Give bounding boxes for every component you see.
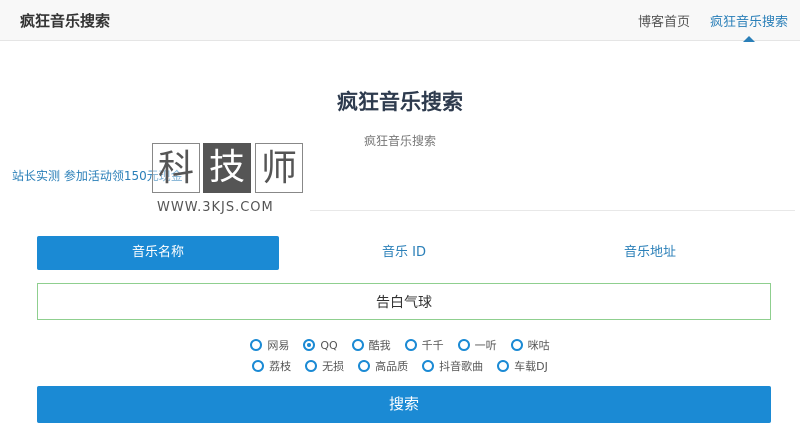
- active-caret-icon: [742, 36, 755, 42]
- nav-item-label: 疯狂音乐搜索: [709, 15, 788, 30]
- radio-label: QQ: [320, 338, 338, 352]
- radio-lizhi[interactable]: 荔枝: [252, 358, 291, 374]
- watermark-char: 科: [152, 143, 200, 193]
- search-input[interactable]: [37, 283, 771, 320]
- brand-title[interactable]: 疯狂音乐搜索: [20, 10, 110, 31]
- radio-label: 网易: [267, 339, 290, 352]
- radio-netease[interactable]: 网易: [250, 337, 289, 353]
- radio-qianqian[interactable]: 千千: [404, 337, 444, 353]
- page-subtitle: 疯狂音乐搜索: [363, 134, 436, 148]
- watermark-char: 技: [203, 143, 251, 193]
- radio-label: 咪咕: [527, 339, 550, 352]
- radio-kuwo[interactable]: 酷我: [351, 337, 391, 353]
- radio-icon: [252, 360, 265, 372]
- nav-item-blog-home[interactable]: 博客首页: [638, 11, 690, 30]
- radio-qq[interactable]: QQ: [303, 337, 338, 353]
- nav-item-music-search[interactable]: 疯狂音乐搜索: [709, 11, 788, 42]
- radio-car-dj[interactable]: 车载DJ: [497, 358, 548, 374]
- radio-label: 酷我: [368, 339, 391, 352]
- radio-label: 荔枝: [269, 360, 292, 373]
- radio-icon: [404, 339, 417, 351]
- radio-label: 无损: [322, 360, 345, 373]
- radio-icon: [422, 360, 435, 372]
- radio-lossless[interactable]: 无损: [305, 358, 344, 374]
- tab-music-url[interactable]: 音乐地址: [529, 236, 771, 270]
- radio-douyin[interactable]: 抖音歌曲: [422, 358, 483, 374]
- radio-icon: [358, 360, 371, 372]
- radio-icon: [250, 339, 263, 351]
- tab-music-id[interactable]: 音乐 ID: [279, 236, 529, 270]
- radio-icon: [510, 339, 523, 351]
- source-radio-group-2: 荔枝 无损 高品质 抖音歌曲 车载DJ: [0, 358, 800, 374]
- radio-icon: [351, 339, 364, 351]
- watermark-url: WWW.3KJS.COM: [157, 200, 274, 215]
- top-navbar: 疯狂音乐搜索 博客首页 疯狂音乐搜索: [0, 0, 800, 42]
- radio-label: 高品质: [375, 360, 409, 373]
- radio-icon: [457, 339, 470, 351]
- nav-menu: 博客首页 疯狂音乐搜索: [618, 0, 788, 42]
- radio-icon: [305, 360, 318, 372]
- radio-label: 车载DJ: [514, 360, 548, 373]
- radio-label: 抖音歌曲: [439, 360, 484, 373]
- watermark-logo: 科 技 师 WWW.3KJS.COM: [152, 143, 310, 218]
- radio-high-quality[interactable]: 高品质: [358, 358, 408, 374]
- radio-icon: [497, 360, 510, 372]
- tab-music-name[interactable]: 音乐名称: [37, 236, 279, 270]
- source-radio-group-1: 网易 QQ 酷我 千千 一听 咪咕: [0, 337, 800, 353]
- search-type-tabs: 音乐名称 音乐 ID 音乐地址: [37, 236, 771, 270]
- search-button[interactable]: 搜索: [37, 386, 771, 423]
- radio-label: 一听: [474, 339, 497, 352]
- radio-checked-icon: [303, 339, 316, 351]
- page-title: 疯狂音乐搜索: [337, 90, 463, 114]
- divider: [310, 210, 795, 211]
- radio-migu[interactable]: 咪咕: [510, 337, 550, 353]
- watermark-char: 师: [255, 143, 303, 193]
- radio-yiting[interactable]: 一听: [457, 337, 497, 353]
- radio-label: 千千: [421, 339, 444, 352]
